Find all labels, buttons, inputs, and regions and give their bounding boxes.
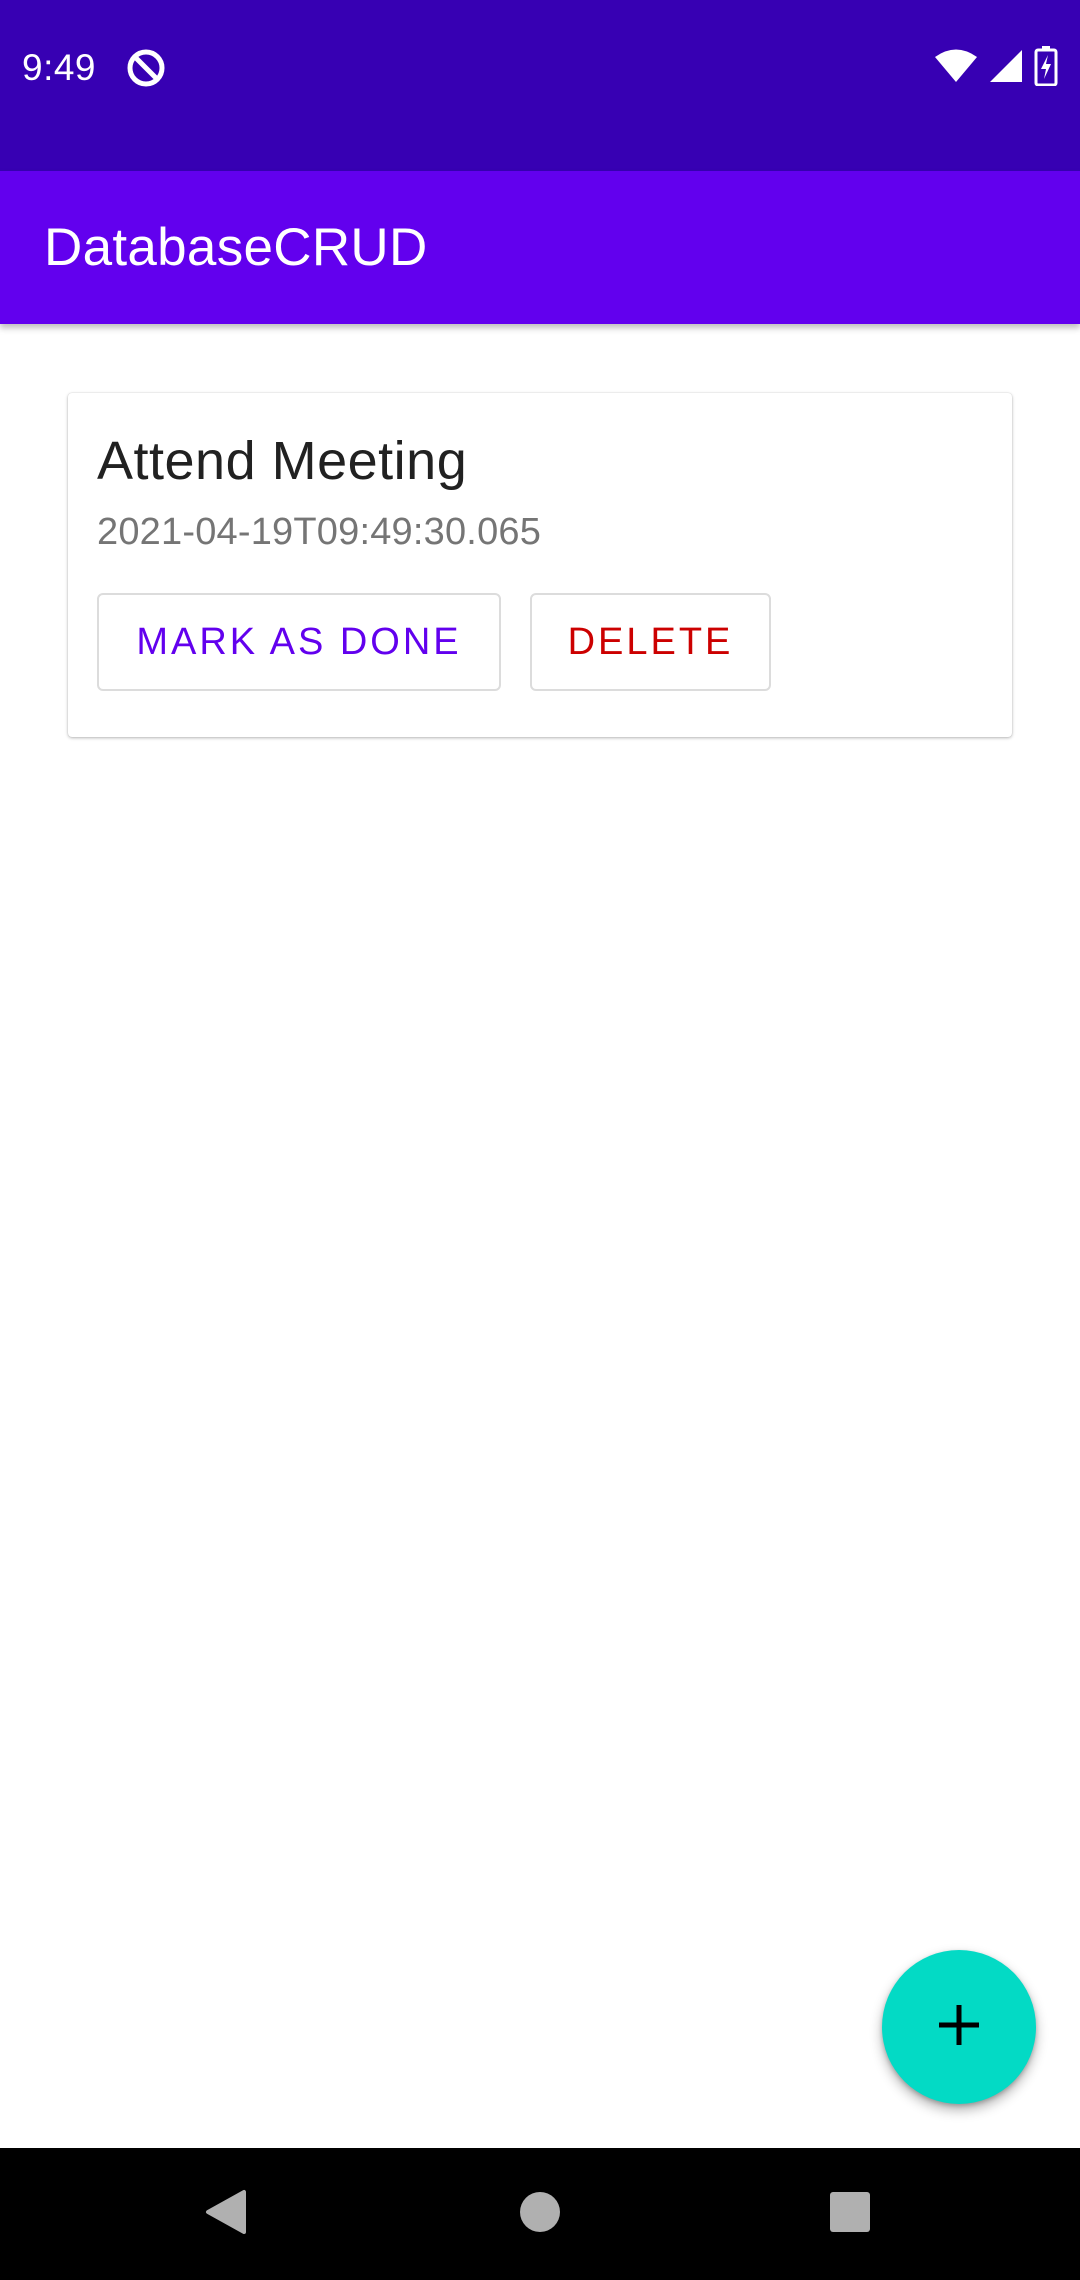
- home-button[interactable]: [480, 2148, 600, 2280]
- wifi-icon: [934, 48, 978, 89]
- back-button[interactable]: [166, 2148, 286, 2280]
- task-list: Attend Meeting 2021-04-19T09:49:30.065 M…: [0, 324, 1080, 2148]
- add-task-button[interactable]: [882, 1950, 1036, 2104]
- app-title: DatabaseCRUD: [44, 218, 428, 277]
- task-timestamp: 2021-04-19T09:49:30.065: [97, 511, 542, 553]
- status-time: 9:49: [22, 47, 97, 88]
- status-bar: 9:49: [0, 0, 1080, 171]
- recents-button[interactable]: [790, 2148, 910, 2280]
- app-bar: DatabaseCRUD: [0, 171, 1080, 324]
- back-icon: [204, 2188, 248, 2241]
- do-not-disturb-icon: [126, 48, 166, 88]
- task-card: Attend Meeting 2021-04-19T09:49:30.065 M…: [68, 393, 1012, 737]
- delete-button[interactable]: DELETE: [530, 593, 771, 691]
- mark-as-done-button[interactable]: MARK AS DONE: [97, 593, 501, 691]
- navigation-bar: [0, 2148, 1080, 2280]
- cell-signal-icon: [988, 48, 1024, 89]
- plus-icon: [937, 2003, 981, 2052]
- home-icon: [519, 2191, 561, 2238]
- recents-icon: [829, 2191, 871, 2238]
- status-icons: [934, 45, 1058, 91]
- task-title: Attend Meeting: [97, 431, 468, 491]
- battery-charging-icon: [1034, 45, 1058, 91]
